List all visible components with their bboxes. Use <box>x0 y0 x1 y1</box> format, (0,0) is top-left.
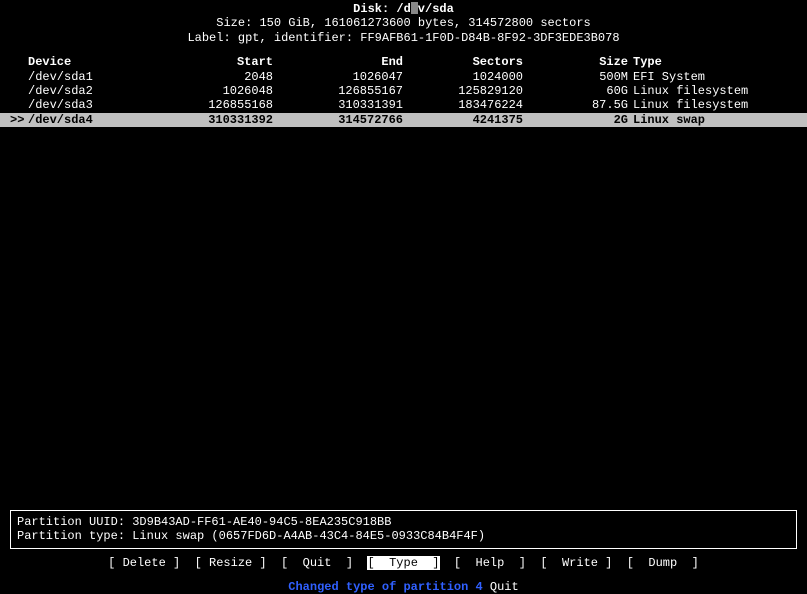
menu-quit[interactable]: [ Quit ] <box>281 556 353 570</box>
cell-sectors: 1024000 <box>403 70 523 84</box>
partition-uuid: Partition UUID: 3D9B43AD-FF61-AE40-94C5-… <box>17 515 790 529</box>
col-type-header: Type <box>628 55 778 69</box>
col-sectors-header: Sectors <box>403 55 523 69</box>
disk-label-id: Label: gpt, identifier: FF9AFB61-1F0D-D8… <box>0 31 807 45</box>
row-marker <box>10 70 28 84</box>
cell-sectors: 4241375 <box>403 113 523 127</box>
cell-size: 87.5G <box>523 98 628 112</box>
table-header: Device Start End Sectors Size Type <box>10 55 797 69</box>
cell-size: 500M <box>523 70 628 84</box>
cell-sectors: 125829120 <box>403 84 523 98</box>
cell-end: 314572766 <box>273 113 403 127</box>
cell-type: Linux filesystem <box>628 98 778 112</box>
col-marker <box>10 55 28 69</box>
menu-help[interactable]: [ Help ] <box>454 556 526 570</box>
menu-bar: [ Delete ] [ Resize ] [ Quit ] [ Type ] … <box>0 556 807 570</box>
cell-type: Linux swap <box>628 113 778 127</box>
menu-write[interactable]: [ Write ] <box>540 556 612 570</box>
cell-start: 310331392 <box>138 113 273 127</box>
cell-end: 310331391 <box>273 98 403 112</box>
cell-sectors: 183476224 <box>403 98 523 112</box>
cell-device: /dev/sda1 <box>28 70 138 84</box>
menu-type-selected[interactable]: [ Type ] <box>367 556 439 570</box>
cell-type: EFI System <box>628 70 778 84</box>
cursor-icon <box>411 2 418 14</box>
table-row-selected[interactable]: >> /dev/sda4 310331392 314572766 4241375… <box>0 113 807 127</box>
row-marker: >> <box>10 113 28 127</box>
cell-start: 126855168 <box>138 98 273 112</box>
cell-type: Linux filesystem <box>628 84 778 98</box>
cell-device: /dev/sda3 <box>28 98 138 112</box>
cell-device: /dev/sda2 <box>28 84 138 98</box>
cell-start: 2048 <box>138 70 273 84</box>
row-marker <box>10 98 28 112</box>
cell-start: 1026048 <box>138 84 273 98</box>
cell-size: 2G <box>523 113 628 127</box>
menu-delete[interactable]: [ Delete ] <box>108 556 180 570</box>
disk-title: Disk: /dv/sda <box>0 2 807 16</box>
partition-info-box: Partition UUID: 3D9B43AD-FF61-AE40-94C5-… <box>10 510 797 549</box>
table-row[interactable]: /dev/sda2 1026048 126855167 125829120 60… <box>10 84 797 98</box>
cell-size: 60G <box>523 84 628 98</box>
col-device-header: Device <box>28 55 138 69</box>
col-size-header: Size <box>523 55 628 69</box>
table-row[interactable]: /dev/sda1 2048 1026047 1024000 500M EFI … <box>10 70 797 84</box>
col-start-header: Start <box>138 55 273 69</box>
row-marker <box>10 84 28 98</box>
cell-end: 126855167 <box>273 84 403 98</box>
disk-size: Size: 150 GiB, 161061273600 bytes, 31457… <box>0 16 807 30</box>
menu-resize[interactable]: [ Resize ] <box>195 556 267 570</box>
partition-type: Partition type: Linux swap (0657FD6D-A4A… <box>17 529 790 543</box>
col-end-header: End <box>273 55 403 69</box>
cell-end: 1026047 <box>273 70 403 84</box>
menu-dump[interactable]: [ Dump ] <box>627 556 699 570</box>
table-row[interactable]: /dev/sda3 126855168 310331391 183476224 … <box>10 98 797 112</box>
cell-device: /dev/sda4 <box>28 113 138 127</box>
header: Disk: /dv/sda Size: 150 GiB, 16106127360… <box>0 0 807 45</box>
partition-table: Device Start End Sectors Size Type /dev/… <box>0 55 807 127</box>
